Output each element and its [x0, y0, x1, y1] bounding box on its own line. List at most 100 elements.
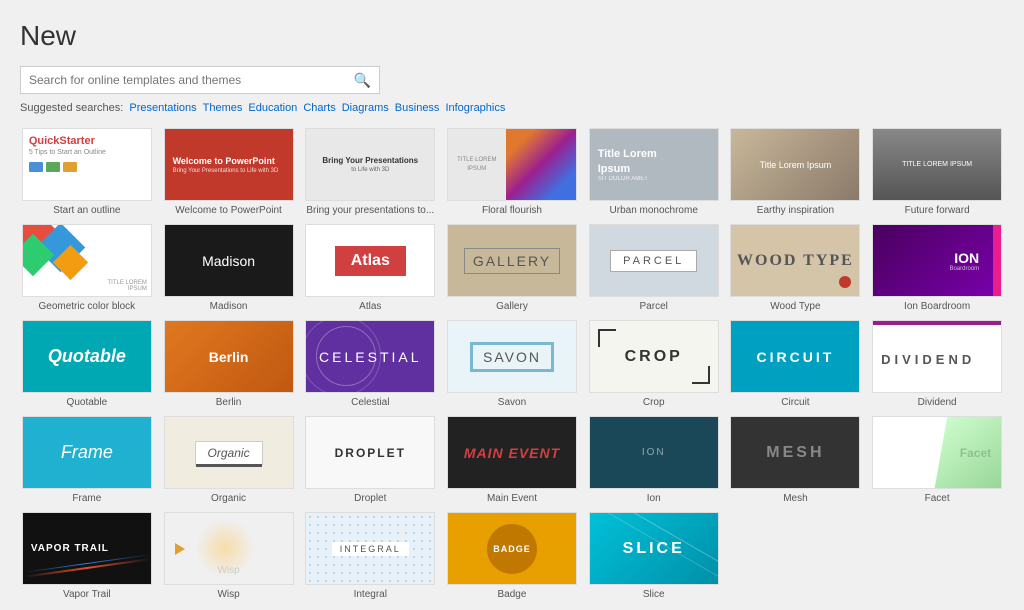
template-label: Savon [447, 397, 577, 408]
template-label: Welcome to PowerPoint [164, 205, 294, 216]
template-madison[interactable]: Madison Madison [162, 224, 296, 312]
template-label: Berlin [164, 397, 294, 408]
suggested-presentations[interactable]: Presentations [129, 102, 196, 114]
template-thumb-bring: Bring Your Presentations to Life with 3D [305, 128, 435, 201]
template-thumb-gallery: GALLERY [447, 224, 577, 297]
template-thumb-future: TITLE LOREM IPSUM [872, 128, 1002, 201]
template-thumb-woodtype: WOOD TYPE [730, 224, 860, 297]
template-label: Ion [589, 493, 719, 504]
template-thumb-geometric: TITLE LOREMIPSUM [22, 224, 152, 297]
template-badge[interactable]: BADGE Badge [445, 512, 579, 600]
template-atlas[interactable]: Atlas Atlas [303, 224, 437, 312]
template-label: Vapor Trail [22, 589, 152, 600]
template-thumb-quotable: Quotable [22, 320, 152, 393]
template-parcel[interactable]: PARCEL Parcel [587, 224, 721, 312]
template-thumb-urban: Title LoremIpsum SIT DOLOR AMET [589, 128, 719, 201]
suggested-business[interactable]: Business [395, 102, 440, 114]
template-label: Main Event [447, 493, 577, 504]
template-thumb-integral: INTEGRAL [305, 512, 435, 585]
template-thumb-frame: Frame [22, 416, 152, 489]
template-thumb-berlin: Berlin [164, 320, 294, 393]
template-label: Badge [447, 589, 577, 600]
suggested-diagrams[interactable]: Diagrams [342, 102, 389, 114]
template-label: Bring your presentations to... [305, 205, 435, 216]
template-label: Frame [22, 493, 152, 504]
template-circuit[interactable]: CIRCUIT Circuit [729, 320, 863, 408]
template-organic[interactable]: Organic Organic [162, 416, 296, 504]
template-label: Crop [589, 397, 719, 408]
template-label: Integral [305, 589, 435, 600]
templates-grid: QuickStarter 5 Tips to Start an Outline … [20, 128, 1004, 600]
template-woodtype[interactable]: WOOD TYPE Wood Type [729, 224, 863, 312]
template-label: Madison [164, 301, 294, 312]
template-thumb-badge: BADGE [447, 512, 577, 585]
template-mesh[interactable]: MESH Mesh [729, 416, 863, 504]
suggested-infographics[interactable]: Infographics [445, 102, 505, 114]
template-label: Facet [872, 493, 1002, 504]
suggested-themes[interactable]: Themes [203, 102, 243, 114]
suggested-label: Suggested searches: [20, 102, 123, 114]
template-ion-boardroom[interactable]: ION Boardroom Ion Boardroom [870, 224, 1004, 312]
template-thumb-quickstarter: QuickStarter 5 Tips to Start an Outline [22, 128, 152, 201]
search-button[interactable]: 🔍 [346, 68, 379, 93]
template-thumb-atlas: Atlas [305, 224, 435, 297]
template-label: Atlas [305, 301, 435, 312]
template-dividend[interactable]: DIVIDEND Dividend [870, 320, 1004, 408]
suggested-education[interactable]: Education [248, 102, 297, 114]
template-label: Celestial [305, 397, 435, 408]
template-label: Future forward [872, 205, 1002, 216]
template-crop[interactable]: CROP Crop [587, 320, 721, 408]
template-label: Geometric color block [22, 301, 152, 312]
template-gallery[interactable]: GALLERY Gallery [445, 224, 579, 312]
template-wisp[interactable]: Wisp Wisp [162, 512, 296, 600]
template-geometric[interactable]: TITLE LOREMIPSUM Geometric color block [20, 224, 154, 312]
template-label: Quotable [22, 397, 152, 408]
template-integral[interactable]: INTEGRAL Integral [303, 512, 437, 600]
template-ion[interactable]: ION Ion [587, 416, 721, 504]
template-future[interactable]: TITLE LOREM IPSUM Future forward [870, 128, 1004, 216]
template-facet[interactable]: Facet Facet [870, 416, 1004, 504]
template-label: Floral flourish [447, 205, 577, 216]
template-quickstarter[interactable]: QuickStarter 5 Tips to Start an Outline … [20, 128, 154, 216]
template-bring[interactable]: Bring Your Presentations to Life with 3D… [303, 128, 437, 216]
template-mainevent[interactable]: MAIN EVENT Main Event [445, 416, 579, 504]
template-label: Ion Boardroom [872, 301, 1002, 312]
template-label: Organic [164, 493, 294, 504]
template-celestial[interactable]: CELESTIAL Celestial [303, 320, 437, 408]
template-thumb-mesh: MESH [730, 416, 860, 489]
template-label: Circuit [730, 397, 860, 408]
template-welcome[interactable]: Welcome to PowerPoint Bring Your Present… [162, 128, 296, 216]
template-thumb-celestial: CELESTIAL [305, 320, 435, 393]
suggested-charts[interactable]: Charts [303, 102, 335, 114]
template-floral[interactable]: TITLE LOREMIPSUM Floral flourish [445, 128, 579, 216]
template-thumb-organic: Organic [164, 416, 294, 489]
template-savon[interactable]: SAVON Savon [445, 320, 579, 408]
template-thumb-vaportrail: VAPOR TRAIL [22, 512, 152, 585]
template-urban[interactable]: Title LoremIpsum SIT DOLOR AMET Urban mo… [587, 128, 721, 216]
search-bar: 🔍 [20, 66, 380, 94]
template-thumb-earthy: Title Lorem Ipsum [730, 128, 860, 201]
template-thumb-mainevent: MAIN EVENT [447, 416, 577, 489]
template-label: Urban monochrome [589, 205, 719, 216]
page-container: New 🔍 Suggested searches: Presentations … [0, 0, 1024, 610]
template-quotable[interactable]: Quotable Quotable [20, 320, 154, 408]
template-thumb-ion-boardroom: ION Boardroom [872, 224, 1002, 297]
template-thumb-welcome: Welcome to PowerPoint Bring Your Present… [164, 128, 294, 201]
template-label: Wood Type [730, 301, 860, 312]
template-slice[interactable]: SLICE Slice [587, 512, 721, 600]
template-thumb-crop: CROP [589, 320, 719, 393]
template-berlin[interactable]: Berlin Berlin [162, 320, 296, 408]
template-thumb-wisp: Wisp [164, 512, 294, 585]
template-thumb-madison: Madison [164, 224, 294, 297]
template-droplet[interactable]: DROPLET Droplet [303, 416, 437, 504]
search-input[interactable] [21, 67, 346, 93]
template-thumb-parcel: PARCEL [589, 224, 719, 297]
template-thumb-floral: TITLE LOREMIPSUM [447, 128, 577, 201]
template-vaportrail[interactable]: VAPOR TRAIL Vapor Trail [20, 512, 154, 600]
template-earthy[interactable]: Title Lorem Ipsum Earthy inspiration [729, 128, 863, 216]
template-label: Slice [589, 589, 719, 600]
template-frame[interactable]: Frame Frame [20, 416, 154, 504]
template-label: Parcel [589, 301, 719, 312]
template-label: Start an outline [22, 205, 152, 216]
template-label: Droplet [305, 493, 435, 504]
